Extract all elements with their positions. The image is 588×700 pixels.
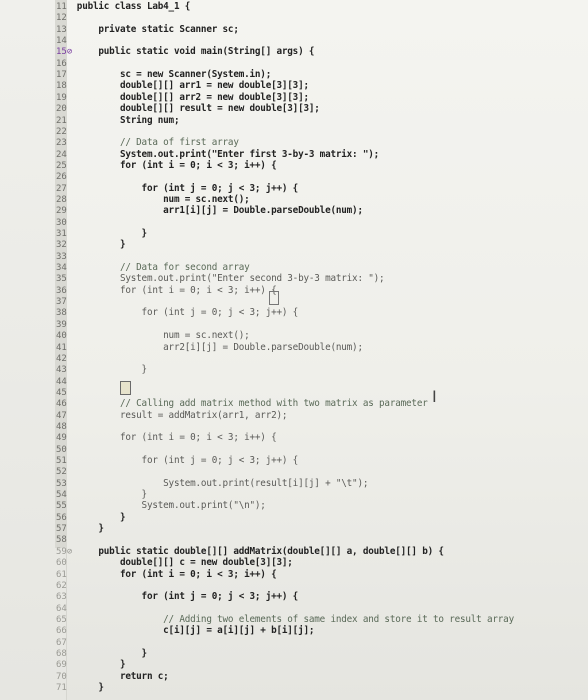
ibeam-cursor-icon: I [432, 387, 437, 406]
code-line[interactable]: arr1[i][j] = Double.parseDouble(num); [66, 204, 363, 218]
code-line[interactable]: public static void main(String[] args) { [66, 45, 314, 59]
code-line[interactable]: result = addMatrix(arr1, arr2); [66, 409, 288, 423]
code-line[interactable]: for (int i = 0; i < 3; i++) { [66, 159, 277, 173]
code-line[interactable]: for (int i = 0; i < 3; i++) { [66, 284, 277, 298]
code-line[interactable]: for (int i = 0; i < 3; i++) { [66, 431, 277, 445]
code-line[interactable]: } [66, 681, 104, 695]
code-line[interactable]: for (int j = 0; j < 3; j++) { [66, 454, 299, 468]
code-line[interactable]: public class Lab4_1 { [66, 0, 191, 14]
code-line[interactable]: arr2[i][j] = Double.parseDouble(num); [66, 341, 363, 355]
code-line[interactable]: for (int i = 0; i < 3; i++) { [66, 568, 277, 582]
code-line[interactable]: for (int j = 0; j < 3; j++) { [66, 590, 299, 604]
code-line[interactable]: String num; [66, 114, 180, 128]
code-line[interactable]: c[i][j] = a[i][j] + b[i][j]; [66, 624, 314, 638]
breakpoint-marker-icon[interactable] [120, 381, 131, 395]
code-line[interactable]: private static Scanner sc; [66, 23, 239, 37]
code-editor[interactable]: 11 public class Lab4_1 {12 13 private sta… [0, 0, 588, 700]
text-caret [269, 291, 279, 305]
code-line[interactable]: for (int j = 0; j < 3; j++) { [66, 306, 299, 320]
